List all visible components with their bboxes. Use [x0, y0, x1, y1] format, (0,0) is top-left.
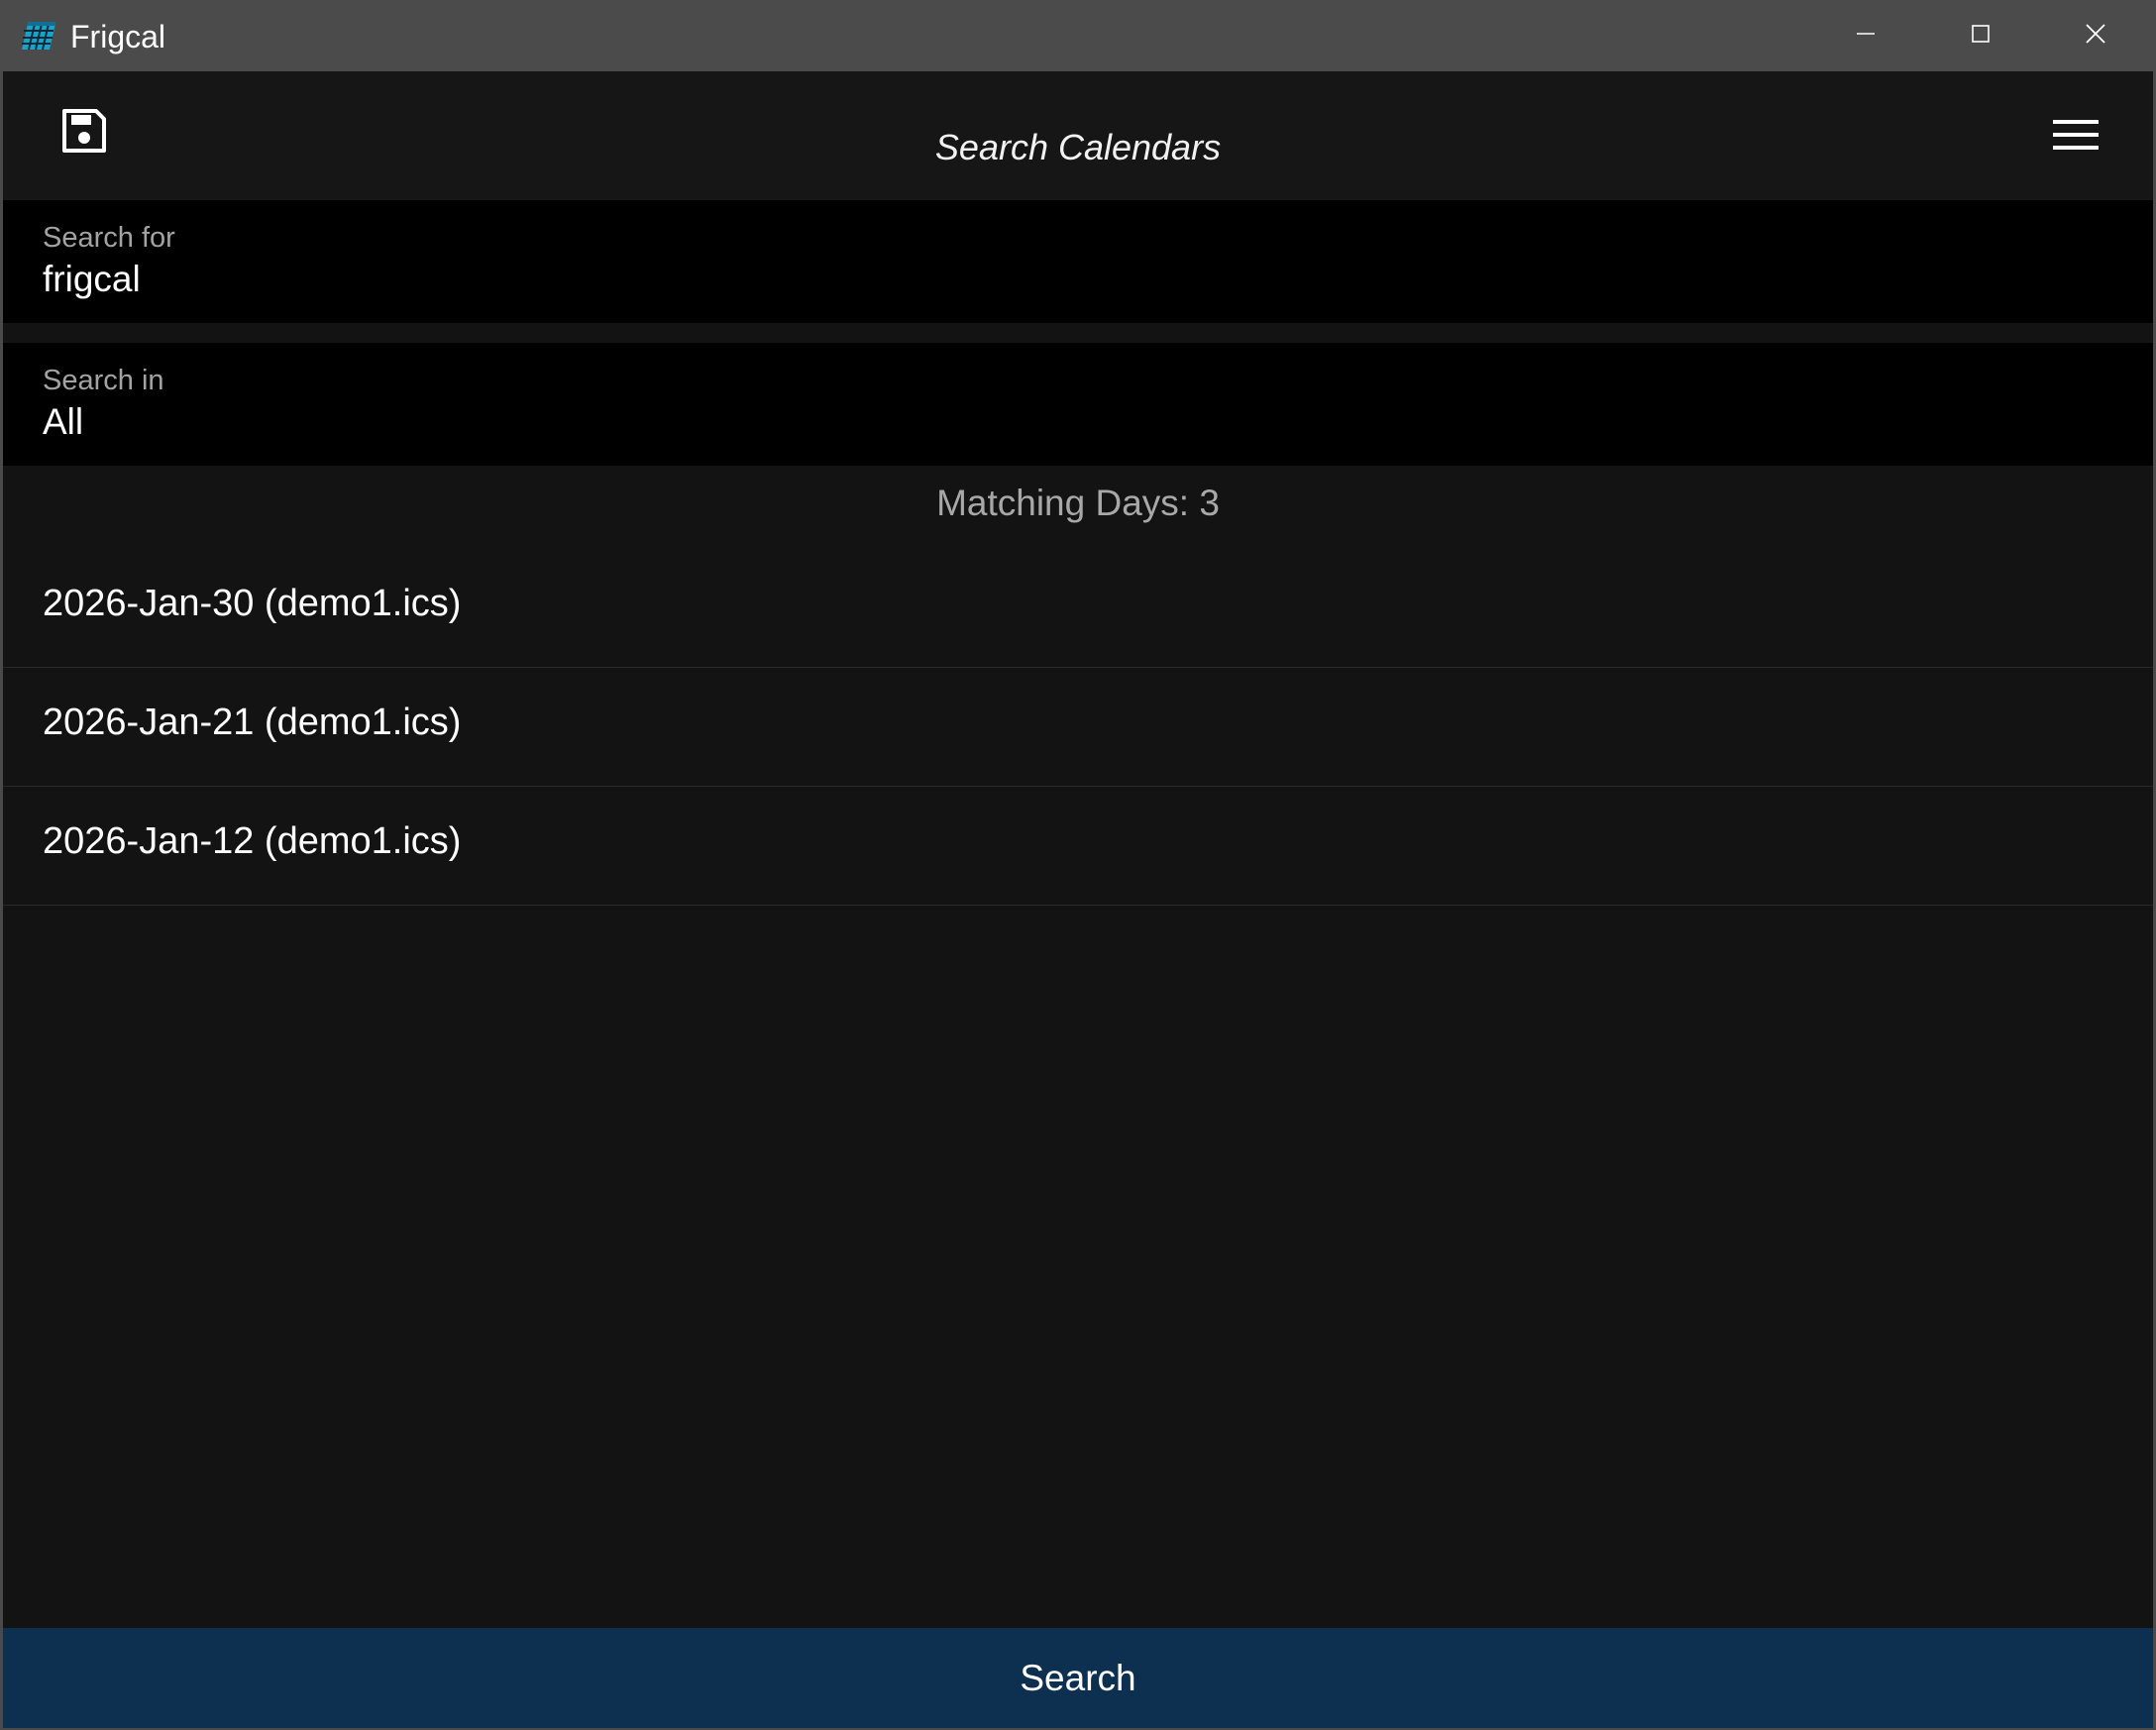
search-for-field[interactable]: Search for frigcal: [3, 200, 2153, 323]
calendar-grid-icon: [20, 20, 57, 52]
list-item[interactable]: 2026-Jan-12 (demo1.ics): [3, 787, 2153, 906]
menu-button[interactable]: [2044, 111, 2107, 162]
list-item-label: 2026-Jan-30 (demo1.ics): [43, 583, 462, 624]
search-button[interactable]: Search: [3, 1628, 2153, 1728]
results-list: 2026-Jan-30 (demo1.ics) 2026-Jan-21 (dem…: [3, 549, 2153, 906]
app-header: Search Calendars: [3, 71, 2153, 200]
title-bar[interactable]: Frigcal: [0, 0, 2156, 71]
list-item-label: 2026-Jan-21 (demo1.ics): [43, 702, 462, 743]
window-title: Frigcal: [70, 19, 166, 54]
list-item-label: 2026-Jan-12 (demo1.ics): [43, 820, 462, 862]
maximize-icon: [1971, 24, 1991, 49]
list-item[interactable]: 2026-Jan-30 (demo1.ics): [3, 549, 2153, 668]
search-for-input[interactable]: frigcal: [43, 259, 141, 300]
search-in-select[interactable]: Search in All: [3, 343, 2153, 466]
list-item[interactable]: 2026-Jan-21 (demo1.ics): [3, 668, 2153, 787]
app-window: Frigcal Search Calendars Search for frig…: [0, 0, 2156, 1730]
matching-days-count: Matching Days: 3: [936, 483, 1220, 523]
search-in-value[interactable]: All: [43, 401, 83, 443]
app-content: Search Calendars Search for frigcal Sear…: [3, 71, 2153, 1728]
maximize-button[interactable]: [1923, 0, 2038, 71]
hamburger-menu-icon: [2053, 118, 2099, 157]
minimize-icon: [1856, 24, 1876, 49]
search-in-label: Search in: [43, 365, 164, 396]
search-for-label: Search for: [43, 222, 175, 254]
minimize-button[interactable]: [1808, 0, 1923, 71]
close-icon: [2085, 23, 2106, 50]
page-title: Search Calendars: [934, 127, 1222, 167]
close-button[interactable]: [2038, 0, 2153, 71]
